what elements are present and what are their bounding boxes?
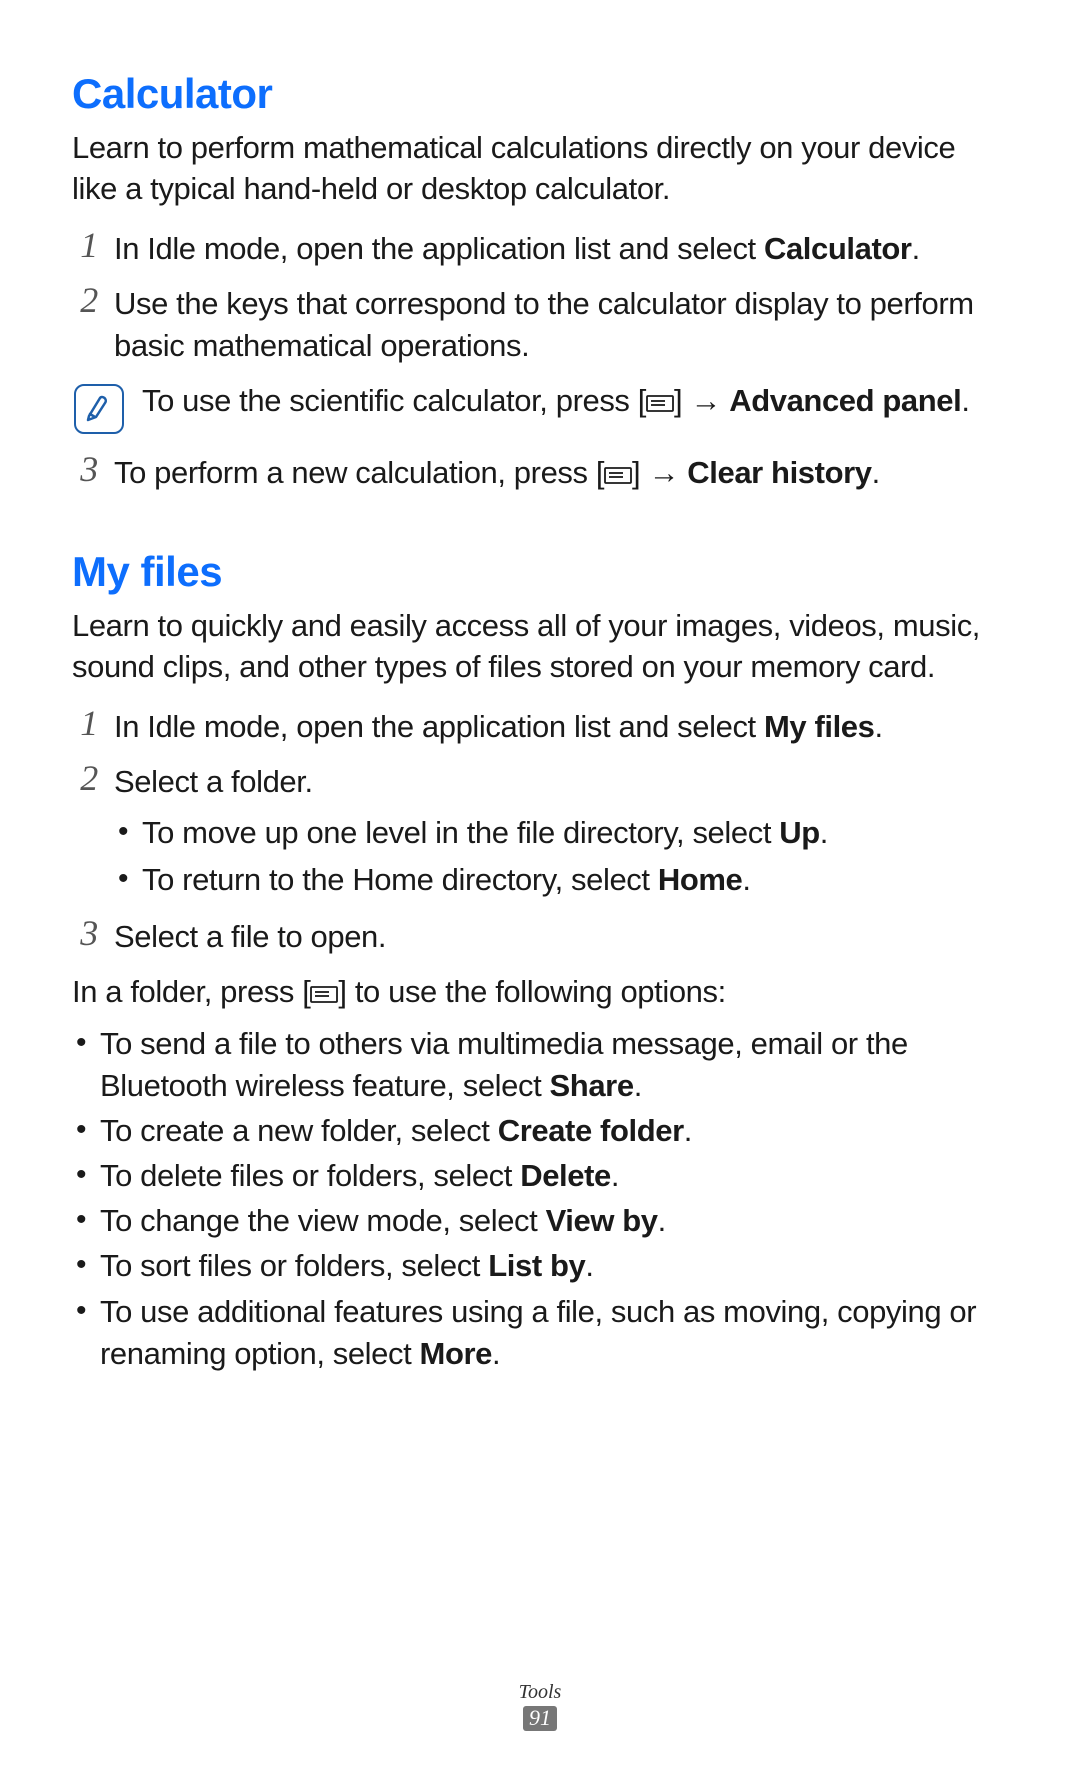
- sub-text: To return to the Home directory, select: [142, 862, 658, 897]
- opt-text: To use additional features using a file,…: [100, 1294, 976, 1371]
- page-number: 91: [523, 1706, 557, 1731]
- body-text-part: ] to use the following options:: [338, 974, 725, 1009]
- section-intro: Learn to perform mathematical calculatio…: [72, 128, 1008, 210]
- opt-bold: View by: [546, 1203, 658, 1238]
- menu-key-icon: [310, 973, 338, 1015]
- manual-page: Calculator Learn to perform mathematical…: [0, 0, 1080, 1771]
- sub-text: To move up one level in the file directo…: [142, 815, 779, 850]
- footer-section-label: Tools: [0, 1681, 1080, 1704]
- opt-text: .: [684, 1113, 692, 1148]
- note-bold: Advanced panel: [729, 383, 961, 418]
- section-heading-calculator: Calculator: [72, 70, 1008, 118]
- step-bold: Clear history: [687, 455, 871, 490]
- sub-bold: Home: [658, 862, 743, 897]
- step-number: 1: [74, 699, 104, 747]
- options-list: To send a file to others via multimedia …: [72, 1023, 1008, 1375]
- note-text-part: ] →: [674, 383, 729, 418]
- sub-item: To return to the Home directory, select …: [114, 858, 1008, 901]
- opt-text: .: [585, 1248, 593, 1283]
- section-heading-myfiles: My files: [72, 548, 1008, 596]
- step-text: ] →: [632, 455, 687, 490]
- opt-bold: List by: [488, 1248, 585, 1283]
- step-number: 2: [74, 754, 104, 802]
- option-item: To send a file to others via multimedia …: [72, 1023, 1008, 1107]
- steps-list: 3 To perform a new calculation, press []…: [72, 452, 1008, 496]
- step-number: 3: [74, 909, 104, 957]
- sub-bold: Up: [779, 815, 820, 850]
- menu-key-icon: [646, 382, 674, 424]
- opt-bold: Create folder: [498, 1113, 684, 1148]
- step-number: 2: [74, 276, 104, 324]
- note-text-part: To use the scientific calculator, press …: [142, 383, 646, 418]
- body-text-part: In a folder, press [: [72, 974, 310, 1009]
- step-text: Use the keys that correspond to the calc…: [114, 286, 974, 363]
- step-text: .: [912, 231, 920, 266]
- step-item: 1 In Idle mode, open the application lis…: [72, 706, 1008, 748]
- page-footer: Tools 91: [0, 1681, 1080, 1731]
- opt-bold: Share: [550, 1068, 634, 1103]
- sub-item: To move up one level in the file directo…: [114, 811, 1008, 854]
- step-item: 3 Select a file to open.: [72, 916, 1008, 958]
- option-item: To change the view mode, select View by.: [72, 1200, 1008, 1242]
- step-text: Select a file to open.: [114, 919, 386, 954]
- step-text: To perform a new calculation, press [: [114, 455, 604, 490]
- opt-bold: Delete: [520, 1158, 611, 1193]
- opt-text: .: [611, 1158, 619, 1193]
- opt-text: To send a file to others via multimedia …: [100, 1026, 908, 1103]
- step-bold: Calculator: [764, 231, 912, 266]
- note-callout: To use the scientific calculator, press …: [72, 380, 1008, 434]
- note-icon: [74, 384, 124, 434]
- step-number: 1: [74, 221, 104, 269]
- opt-text: To delete files or folders, select: [100, 1158, 520, 1193]
- option-item: To create a new folder, select Create fo…: [72, 1110, 1008, 1152]
- sub-text: .: [820, 815, 828, 850]
- step-text: In Idle mode, open the application list …: [114, 709, 764, 744]
- option-item: To use additional features using a file,…: [72, 1291, 1008, 1375]
- opt-text: To sort files or folders, select: [100, 1248, 488, 1283]
- step-item: 1 In Idle mode, open the application lis…: [72, 228, 1008, 270]
- opt-text: .: [492, 1336, 500, 1371]
- body-text: In a folder, press [ ] to use the followi…: [72, 971, 1008, 1015]
- option-item: To sort files or folders, select List by…: [72, 1245, 1008, 1287]
- note-text: To use the scientific calculator, press …: [142, 380, 970, 424]
- step-item: 3 To perform a new calculation, press []…: [72, 452, 1008, 496]
- menu-key-icon: [604, 454, 632, 496]
- step-item: 2 Use the keys that correspond to the ca…: [72, 283, 1008, 366]
- sub-text: .: [742, 862, 750, 897]
- section-intro: Learn to quickly and easily access all o…: [72, 606, 1008, 688]
- step-text: .: [875, 709, 883, 744]
- step-text: In Idle mode, open the application list …: [114, 231, 764, 266]
- opt-text: .: [634, 1068, 642, 1103]
- step-bold: My files: [764, 709, 875, 744]
- steps-list: 1 In Idle mode, open the application lis…: [72, 228, 1008, 367]
- opt-bold: More: [420, 1336, 492, 1371]
- step-number: 3: [74, 445, 104, 493]
- step-item: 2 Select a folder. To move up one level …: [72, 761, 1008, 901]
- opt-text: To change the view mode, select: [100, 1203, 546, 1238]
- sub-list: To move up one level in the file directo…: [114, 811, 1008, 902]
- opt-text: To create a new folder, select: [100, 1113, 498, 1148]
- option-item: To delete files or folders, select Delet…: [72, 1155, 1008, 1197]
- opt-text: .: [658, 1203, 666, 1238]
- step-text: Select a folder.: [114, 764, 313, 799]
- steps-list: 1 In Idle mode, open the application lis…: [72, 706, 1008, 957]
- step-text: .: [872, 455, 880, 490]
- note-text-part: .: [961, 383, 969, 418]
